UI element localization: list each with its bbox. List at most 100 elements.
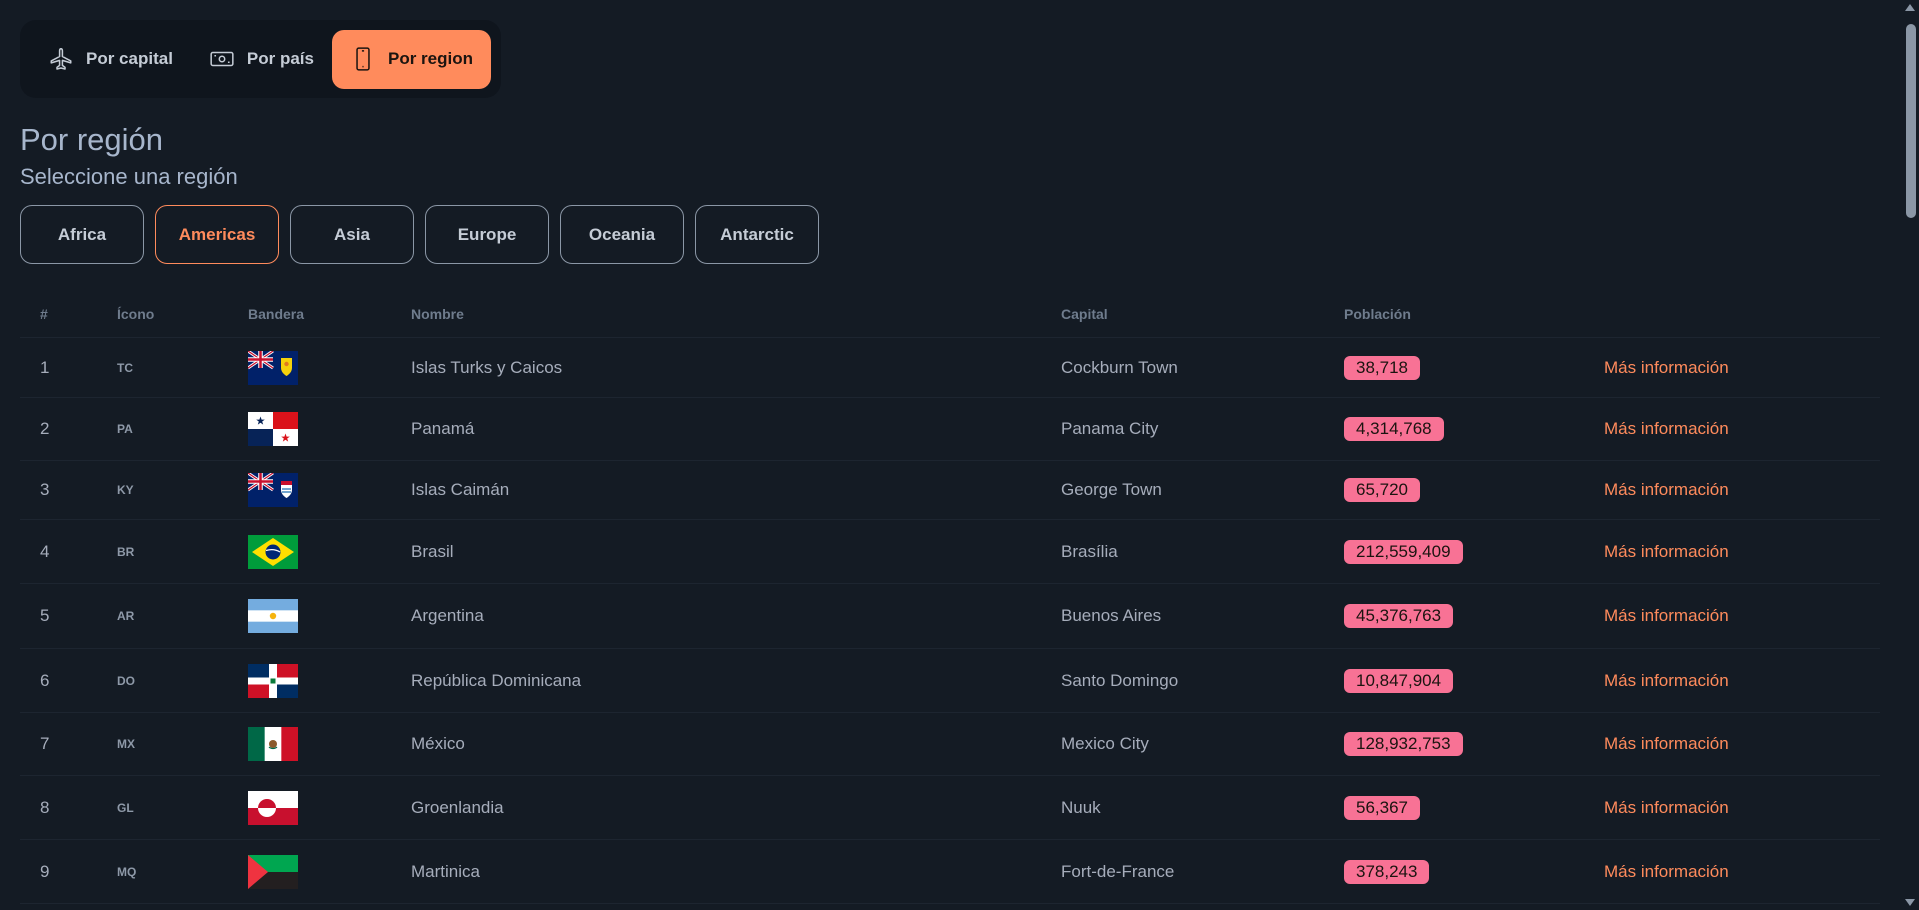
population-badge: 10,847,904 <box>1344 668 1454 693</box>
header-population: Población <box>1344 305 1411 322</box>
country-code: TC <box>117 360 133 375</box>
country-name: Groenlandia <box>411 797 504 817</box>
flag-tc-icon <box>248 350 298 385</box>
country-capital: George Town <box>1061 480 1162 499</box>
nav-label: Por capital <box>86 49 173 68</box>
more-info-link[interactable]: Más información <box>1604 480 1880 500</box>
population-badge: 378,243 <box>1344 859 1430 884</box>
population-badge: 212,559,409 <box>1344 539 1463 564</box>
scroll-down-arrow-icon[interactable] <box>1905 899 1915 906</box>
more-info-link[interactable]: Más información <box>1604 419 1880 439</box>
region-button-europe[interactable]: Europe <box>425 205 549 264</box>
airplane-icon <box>50 47 72 70</box>
more-info-link[interactable]: Más información <box>1604 862 1880 882</box>
scroll-up-arrow-icon[interactable] <box>1905 4 1915 11</box>
population-cell: 378,243 <box>1344 859 1604 884</box>
flag-cell <box>248 473 411 507</box>
flag-cell <box>248 599 411 633</box>
row-number: 7 <box>40 734 50 753</box>
table-row: 4 BR Brasil Brasília 212,559,409 Más inf… <box>20 520 1880 584</box>
country-capital: Nuuk <box>1061 797 1101 817</box>
smartphone-icon <box>356 47 370 71</box>
table-header: # Ícono Bandera Nombre Capital Población <box>20 290 1880 338</box>
row-number: 8 <box>40 797 50 817</box>
country-name: Argentina <box>411 606 484 625</box>
header-number: # <box>40 305 48 322</box>
flag-mq-icon <box>248 854 298 889</box>
population-badge: 128,932,753 <box>1344 732 1463 756</box>
flag-br-icon <box>248 534 298 569</box>
country-name: Islas Caimán <box>411 480 510 499</box>
more-info-link[interactable]: Más información <box>1604 798 1880 818</box>
country-code: MX <box>117 737 135 751</box>
nav-by-country[interactable]: Por país <box>191 30 332 89</box>
row-number: 6 <box>40 670 50 690</box>
vertical-scrollbar[interactable] <box>1903 0 1919 910</box>
header-name: Nombre <box>411 305 464 322</box>
more-info-link[interactable]: Más información <box>1604 358 1880 378</box>
table-row: 7 MX México Mexico City 128,932,753 Más … <box>20 713 1880 776</box>
country-code: BR <box>117 544 135 559</box>
country-name: Martinica <box>411 861 480 881</box>
region-button-asia[interactable]: Asia <box>290 205 414 264</box>
scrollbar-thumb[interactable] <box>1906 24 1916 218</box>
more-info-link[interactable]: Más información <box>1604 606 1880 626</box>
more-info-link[interactable]: Más información <box>1604 671 1880 691</box>
header-icon: Ícono <box>117 305 155 322</box>
country-capital: Panama City <box>1061 419 1159 438</box>
table-row: 3 KY Islas Caimán George Town 65,720 Más… <box>20 461 1880 520</box>
page: Por capital Por país Por region Por regi… <box>0 0 1919 910</box>
row-number: 4 <box>40 541 50 561</box>
flag-cell <box>248 412 411 446</box>
population-badge: 65,720 <box>1344 478 1420 502</box>
flag-gl-icon <box>248 790 298 825</box>
flag-pa-icon <box>248 412 298 446</box>
nav-by-region[interactable]: Por region <box>331 29 491 89</box>
countries-table: # Ícono Bandera Nombre Capital Población… <box>20 290 1880 904</box>
more-info-link[interactable]: Más información <box>1604 734 1880 754</box>
country-capital: Santo Domingo <box>1061 670 1179 690</box>
table-row: 8 GL Groenlandia Nuuk 56,367 Más informa… <box>20 776 1880 840</box>
country-code: KY <box>117 483 134 497</box>
population-cell: 4,314,768 <box>1344 417 1604 441</box>
region-button-oceania[interactable]: Oceania <box>560 205 684 264</box>
population-badge: 56,367 <box>1344 795 1420 820</box>
banknote-icon <box>210 51 234 67</box>
country-capital: Buenos Aires <box>1061 606 1162 625</box>
region-selector: Africa Americas Asia Europe Oceania Anta… <box>20 205 819 264</box>
country-name: México <box>411 734 465 753</box>
region-button-antarctic[interactable]: Antarctic <box>695 205 819 264</box>
country-code: MQ <box>117 864 137 879</box>
flag-cell <box>248 663 411 698</box>
more-info-link[interactable]: Más información <box>1604 542 1880 562</box>
country-name: Brasil <box>411 541 454 561</box>
population-badge: 38,718 <box>1344 355 1420 380</box>
nav-by-capital[interactable]: Por capital <box>30 30 191 89</box>
country-code: DO <box>117 673 135 688</box>
row-number: 9 <box>40 861 50 881</box>
population-cell: 65,720 <box>1344 478 1604 502</box>
row-number: 1 <box>40 357 50 377</box>
country-capital: Mexico City <box>1061 734 1149 753</box>
flag-cell <box>248 790 411 825</box>
flag-do-icon <box>248 663 298 698</box>
population-cell: 128,932,753 <box>1344 732 1604 756</box>
row-number: 5 <box>40 606 50 625</box>
country-name: Panamá <box>411 419 475 438</box>
country-name: Islas Turks y Caicos <box>411 357 563 377</box>
region-button-africa[interactable]: Africa <box>20 205 144 264</box>
table-row: 1 TC Islas Turks y Caicos Cockburn Town … <box>20 338 1880 398</box>
nav-label: Por region <box>387 49 473 68</box>
country-code: PA <box>117 422 133 436</box>
header-capital: Capital <box>1061 305 1108 322</box>
flag-ar-icon <box>248 599 298 633</box>
region-button-americas[interactable]: Americas <box>155 205 279 264</box>
table-row: 6 DO República Dominicana Santo Domingo … <box>20 649 1880 713</box>
country-code: AR <box>117 609 135 623</box>
flag-cell <box>248 350 411 385</box>
population-cell: 56,367 <box>1344 795 1604 820</box>
population-cell: 10,847,904 <box>1344 668 1604 693</box>
population-cell: 212,559,409 <box>1344 539 1604 564</box>
page-title: Por región <box>20 122 164 157</box>
country-capital: Cockburn Town <box>1061 357 1178 377</box>
